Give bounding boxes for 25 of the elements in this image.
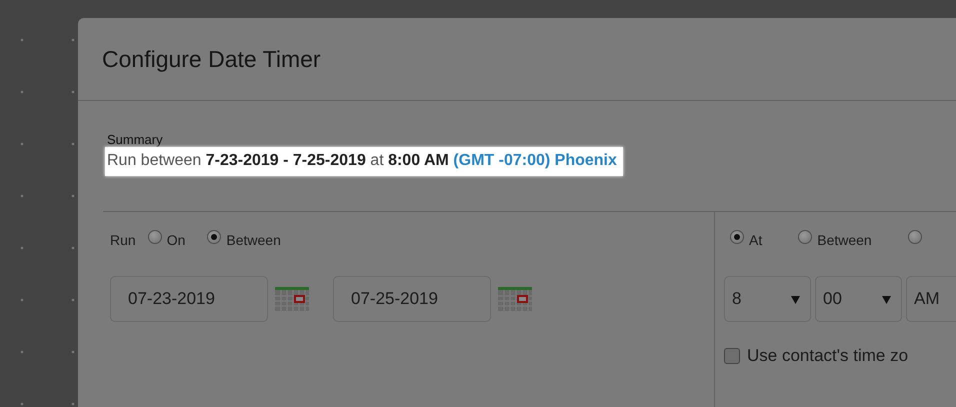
dropdown[interactable]: 8 (724, 276, 811, 322)
summary-text: Run between 7-23-2019 - 7-25-2019 at 8:00 AM (GMT -07:00) Phoenix (105, 147, 623, 176)
radio-label: At (749, 232, 762, 248)
radio-button[interactable] (207, 230, 222, 244)
caret-icon (882, 294, 891, 304)
radio-label: Between (817, 232, 872, 248)
radio-button[interactable] (730, 230, 744, 244)
radio-label: On (166, 232, 186, 248)
dropdown[interactable]: 00 (815, 276, 902, 322)
dropdown[interactable]: AM (906, 276, 956, 322)
radio-label: Between (226, 232, 281, 248)
radio-button[interactable] (798, 230, 812, 244)
dialog-title: Configure Date Timer (102, 46, 321, 72)
radio-button[interactable] (908, 230, 922, 244)
caret-icon (791, 294, 800, 304)
radio-button[interactable] (148, 230, 162, 244)
date-field[interactable]: 07-23-2019 (110, 276, 268, 322)
date-field[interactable]: 07-25-2019 (333, 276, 491, 322)
summary-label: Summary (107, 132, 163, 147)
checkbox-label: Use contact's time zo (747, 346, 908, 366)
run-label: Run (110, 232, 136, 248)
checkbox[interactable] (724, 348, 740, 364)
calendar-icon[interactable] (498, 287, 532, 311)
time-zone-link[interactable]: (GMT -07:00) Phoenix (453, 152, 617, 169)
calendar-icon[interactable] (275, 287, 309, 311)
